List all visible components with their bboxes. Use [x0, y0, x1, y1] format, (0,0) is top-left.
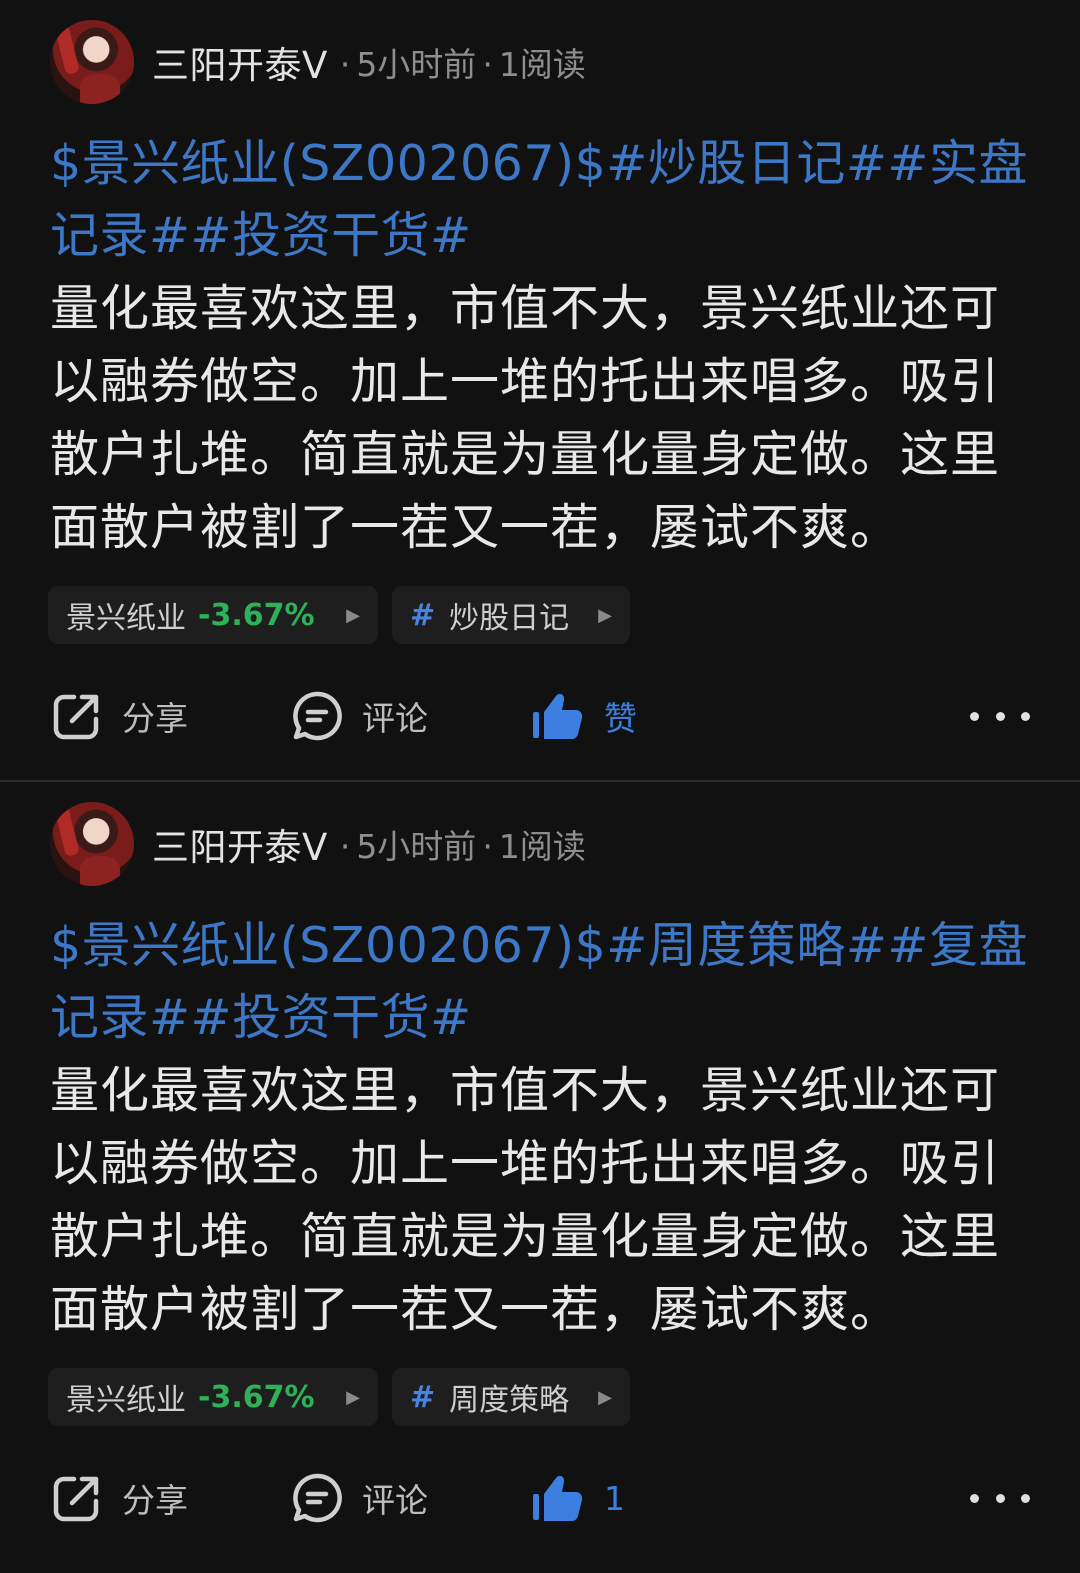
avatar[interactable]	[50, 802, 134, 886]
comment-button[interactable]: 评论	[290, 1471, 530, 1525]
post-card: 三阳开泰V · 5小时前 · 1阅读 $景兴纸业(SZ002067)$#炒股日记##实…	[0, 0, 1080, 780]
more-icon[interactable]	[970, 1488, 1030, 1508]
post-header: 三阳开泰V · 5小时前 · 1阅读	[50, 802, 586, 886]
hash-icon: #	[410, 1379, 436, 1415]
read-count: 1阅读	[498, 45, 586, 84]
chevron-right-icon: ▶	[598, 604, 612, 626]
share-icon	[53, 694, 99, 740]
topic-chip[interactable]: # 炒股日记 ▶	[392, 586, 630, 644]
avatar[interactable]	[50, 20, 134, 104]
post-time: 5小时前	[356, 45, 477, 84]
stock-chip[interactable]: 景兴纸业 -3.67% ▶	[48, 586, 378, 644]
share-icon	[53, 1476, 99, 1522]
share-button[interactable]: 分享	[50, 689, 290, 743]
post-title-links[interactable]: $景兴纸业(SZ002067)$#炒股日记##实盘记录##投资干货#	[50, 128, 1040, 272]
comment-button[interactable]: 评论	[290, 689, 530, 743]
topic-name: 炒股日记	[449, 601, 570, 636]
post-body: 量化最喜欢这里，市值不大，景兴纸业还可以融券做空。加上一堆的托出来唱多。吸引散户…	[50, 1062, 1001, 1338]
post-body: 量化最喜欢这里，市值不大，景兴纸业还可以融券做空。加上一堆的托出来唱多。吸引散户…	[50, 280, 1001, 556]
stock-change: -3.67%	[198, 597, 315, 633]
action-bar: 分享 评论 1	[50, 1466, 1030, 1530]
post-title-links[interactable]: $景兴纸业(SZ002067)$#周度策略##复盘记录##投资干货#	[50, 910, 1040, 1054]
stock-name: 景兴纸业	[66, 1383, 186, 1418]
hash-icon: #	[410, 597, 436, 633]
share-label: 分享	[122, 699, 188, 738]
chevron-right-icon: ▶	[346, 604, 360, 626]
username[interactable]: 三阳开泰V	[152, 817, 328, 871]
tag-chips: 景兴纸业 -3.67% ▶ # 周度策略 ▶	[48, 1368, 630, 1426]
tag-chips: 景兴纸业 -3.67% ▶ # 炒股日记 ▶	[48, 586, 630, 644]
like-count: 1	[604, 1478, 625, 1518]
share-label: 分享	[122, 1481, 188, 1520]
topic-name: 周度策略	[449, 1383, 570, 1418]
chevron-right-icon: ▶	[346, 1386, 360, 1408]
chevron-right-icon: ▶	[598, 1386, 612, 1408]
more-icon[interactable]	[970, 706, 1030, 726]
action-bar: 分享 评论 赞	[50, 684, 1030, 748]
post-meta: · 5小时前 · 1阅读	[339, 827, 586, 866]
username[interactable]: 三阳开泰V	[152, 35, 328, 89]
thumbs-up-icon	[533, 1475, 583, 1521]
share-button[interactable]: 分享	[50, 1471, 290, 1525]
feed: 三阳开泰V · 5小时前 · 1阅读 $景兴纸业(SZ002067)$#炒股日记##实…	[0, 0, 1080, 1572]
comment-label: 评论	[362, 699, 428, 738]
post-meta: · 5小时前 · 1阅读	[339, 45, 586, 84]
comment-icon	[293, 691, 342, 741]
read-count: 1阅读	[498, 827, 586, 866]
like-button[interactable]: 赞	[530, 688, 830, 744]
like-label: 赞	[604, 699, 637, 738]
stock-change: -3.67%	[198, 1379, 315, 1415]
comment-icon	[293, 1473, 342, 1523]
topic-chip[interactable]: # 周度策略 ▶	[392, 1368, 630, 1426]
stock-name: 景兴纸业	[66, 601, 186, 636]
post-header: 三阳开泰V · 5小时前 · 1阅读	[50, 20, 586, 104]
post-card: 三阳开泰V · 5小时前 · 1阅读 $景兴纸业(SZ002067)$#周度策略##复…	[0, 780, 1080, 1572]
thumbs-up-icon	[533, 693, 583, 739]
comment-label: 评论	[362, 1481, 428, 1520]
like-button[interactable]: 1	[530, 1470, 830, 1526]
post-time: 5小时前	[356, 827, 477, 866]
stock-chip[interactable]: 景兴纸业 -3.67% ▶	[48, 1368, 378, 1426]
